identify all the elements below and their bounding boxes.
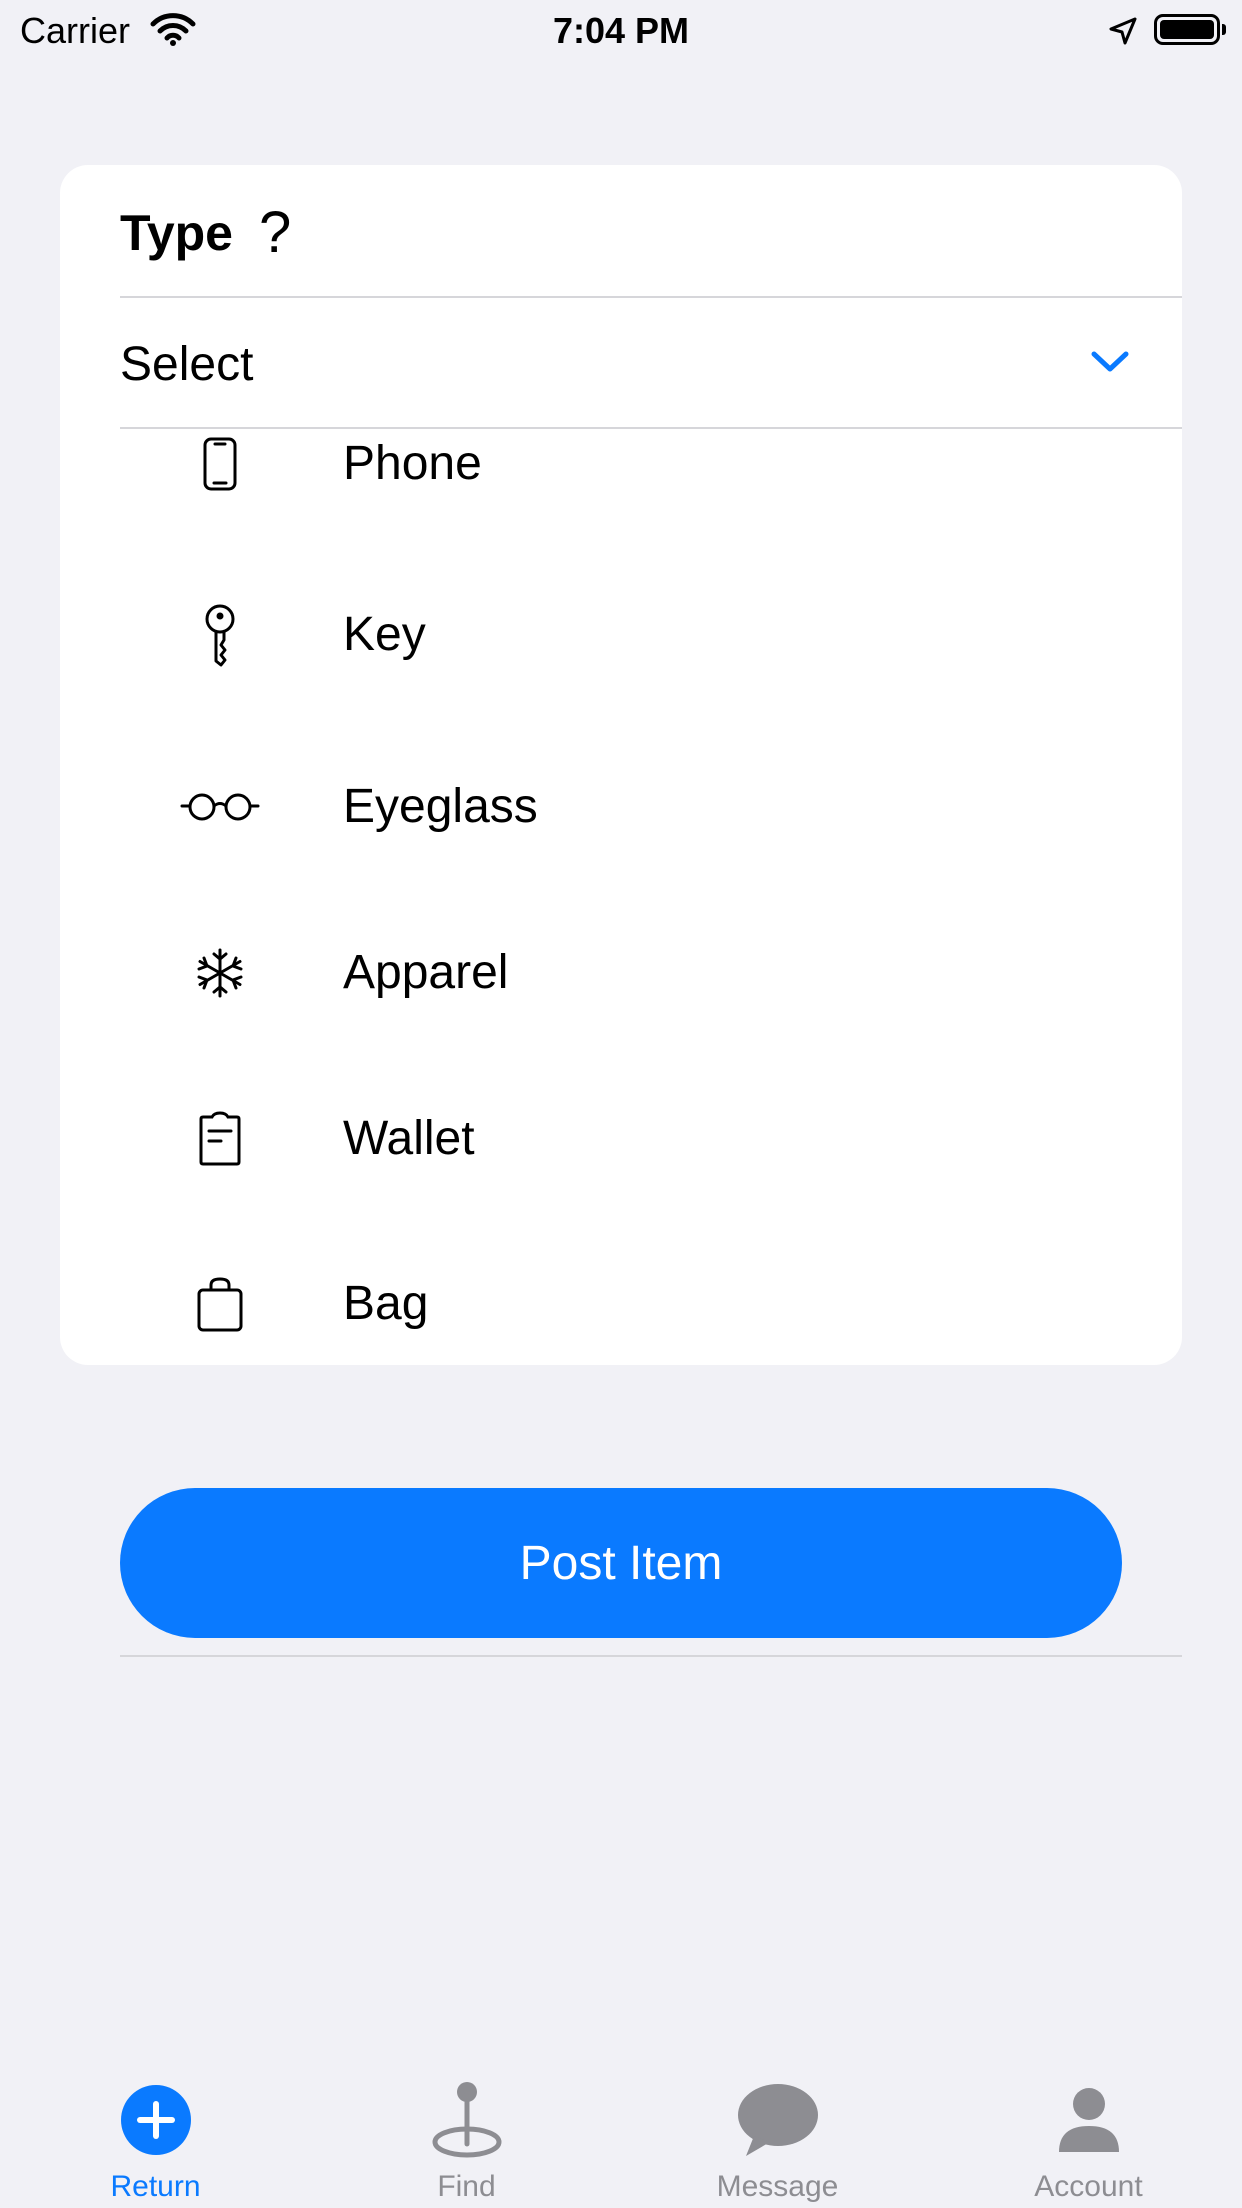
battery-tip [1222,24,1226,35]
option-label: Apparel [343,946,509,999]
tab-bar: Return Find Message Account [0,2060,1242,2208]
tab-label: Return [110,2170,201,2203]
tab-message[interactable]: Message [622,2060,933,2208]
plus-circle-icon [0,2080,311,2160]
option-label: Wallet [343,1112,475,1165]
tab-label: Account [1034,2170,1143,2203]
type-select[interactable]: Select [120,297,1182,427]
help-icon[interactable]: ? [259,204,291,262]
option-bag[interactable]: Bag [60,1244,1182,1343]
chevron-down-icon [1090,349,1130,380]
option-eyeglass[interactable]: Eyeglass [60,747,1182,867]
tab-account[interactable]: Account [933,2060,1242,2208]
option-wallet[interactable]: Wallet [60,1079,1182,1199]
card-title: Type [120,205,233,261]
status-bar: Carrier 7:04 PM [0,0,1242,62]
status-time: 7:04 PM [552,10,690,51]
options-list: Phone Key Eyeglass Apparel Wallet Bag [60,429,1182,1343]
divider [120,1655,1182,1657]
tab-return[interactable]: Return [0,2060,311,2208]
option-label: Key [343,608,426,661]
type-card: Type ? Select Phone Key Eyeglass Apparel… [60,165,1182,1365]
option-key[interactable]: Key [60,575,1182,695]
pin-icon [311,2080,622,2160]
key-icon [180,604,260,667]
chat-bubble-icon [622,2080,933,2160]
snowflake-icon [180,943,260,1003]
option-apparel[interactable]: Apparel [60,913,1182,1033]
tab-label: Find [437,2170,496,2203]
person-icon [933,2080,1242,2160]
option-label: Eyeglass [343,780,538,833]
tab-label: Message [716,2170,839,2203]
option-label: Bag [343,1277,429,1330]
eyeglasses-icon [180,777,260,837]
wallet-icon [180,1109,260,1169]
phone-icon [180,434,260,494]
option-phone[interactable]: Phone [60,429,1182,524]
bag-icon [180,1274,260,1334]
option-label: Phone [343,437,482,490]
card-header: Type ? [120,203,291,263]
select-label: Select [120,338,254,391]
location-arrow-icon [1108,16,1138,51]
post-item-button[interactable]: Post Item [120,1488,1122,1638]
tab-find[interactable]: Find [311,2060,622,2208]
battery-icon [1154,14,1220,45]
